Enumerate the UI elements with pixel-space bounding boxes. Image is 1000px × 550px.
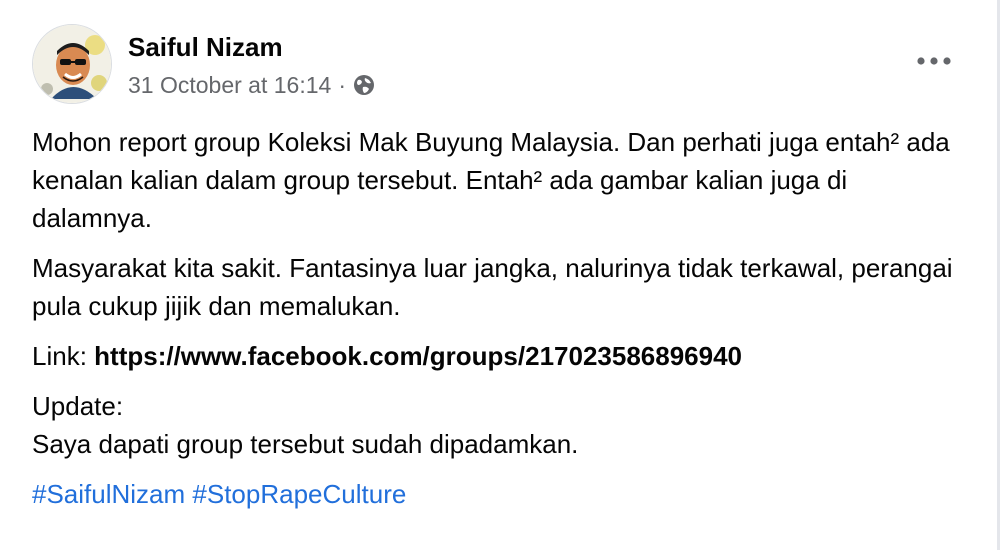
post-paragraph-2: Masyarakat kita sakit. Fantasinya luar j… bbox=[32, 253, 953, 321]
update-text: Saya dapati group tersebut sudah dipadam… bbox=[32, 429, 579, 459]
separator-dot: · bbox=[338, 71, 346, 98]
post-card: Saiful Nizam 31 October at 16:14 · Mohon… bbox=[0, 0, 1000, 550]
post-link-line: Link: https://www.facebook.com/groups/21… bbox=[32, 337, 972, 375]
hashtag-saifulnizam[interactable]: #SaifulNizam bbox=[32, 479, 185, 509]
hashtag-stoprapeculture[interactable]: #StopRapeCulture bbox=[192, 479, 406, 509]
author-name[interactable]: Saiful Nizam bbox=[128, 30, 375, 64]
post-header: Saiful Nizam 31 October at 16:14 · bbox=[32, 24, 375, 104]
author-avatar[interactable] bbox=[32, 24, 112, 104]
more-options-icon bbox=[917, 57, 951, 65]
link-label: Link: bbox=[32, 341, 87, 371]
globe-icon[interactable] bbox=[353, 74, 375, 96]
group-link[interactable]: https://www.facebook.com/groups/21702358… bbox=[94, 341, 742, 371]
post-update: Update: Saya dapati group tersebut sudah… bbox=[32, 387, 972, 463]
post-paragraph-1: Mohon report group Koleksi Mak Buyung Ma… bbox=[32, 127, 950, 233]
more-options-button[interactable] bbox=[914, 46, 954, 76]
update-label: Update: bbox=[32, 391, 124, 421]
post-timestamp[interactable]: 31 October at 16:14 bbox=[128, 71, 331, 99]
post-subline: 31 October at 16:14 · bbox=[128, 71, 375, 99]
hashtag-line: #SaifulNizam #StopRapeCulture bbox=[32, 475, 972, 513]
avatar-illustration bbox=[33, 25, 111, 103]
post-meta: Saiful Nizam 31 October at 16:14 · bbox=[128, 30, 375, 99]
post-body: Mohon report group Koleksi Mak Buyung Ma… bbox=[32, 123, 972, 525]
